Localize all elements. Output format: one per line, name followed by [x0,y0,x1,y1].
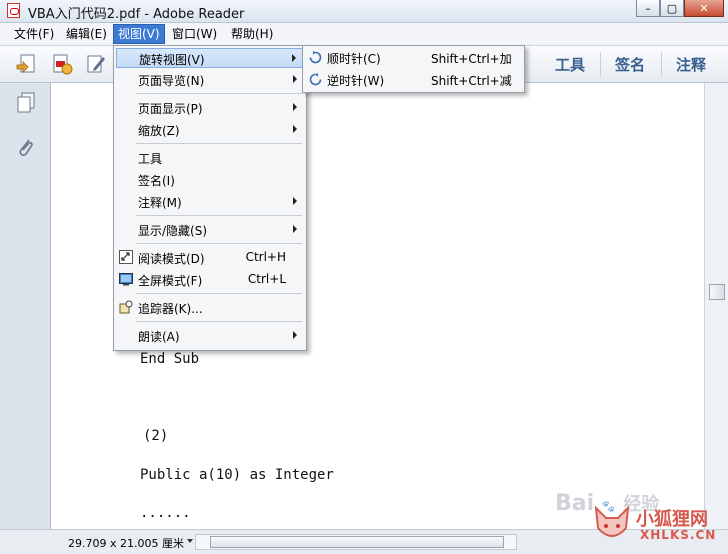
read-mode-icon [119,250,133,264]
menu-item-tracker[interactable]: 追踪器(K)... [116,298,304,318]
submenu-arrow-icon [293,197,297,205]
menu-item-sign[interactable]: 签名(I) [116,170,304,190]
submenu-arrow-icon [293,103,297,111]
submenu-arrow-icon [293,331,297,339]
close-button[interactable]: ✕ [684,0,724,17]
menu-item-tools[interactable]: 工具 [116,148,304,168]
menu-separator [136,321,302,322]
window-controls: – ▢ ✕ [636,0,724,18]
toolbar-separator [600,52,601,76]
menu-bar: 文件(F) 编辑(E) 视图(V) 窗口(W) 帮助(H) [0,23,728,46]
view-menu-dropdown: 旋转视图(V) 页面导览(N) 页面显示(P) 缩放(Z) 工具 签名(I) 注… [113,45,307,351]
toolbar-separator [661,52,662,76]
attachments-paperclip-icon[interactable] [16,136,36,160]
menu-separator [136,293,302,294]
menu-item-page-display[interactable]: 页面显示(P) [116,98,304,118]
menu-separator [136,243,302,244]
code-line-ellipsis: ...... [140,505,191,521]
menu-item-rotate-counterclockwise[interactable]: 逆时针(W) Shift+Ctrl+减 [305,70,522,90]
submenu-arrow-icon [293,225,297,233]
menu-separator [136,215,302,216]
tracker-icon [119,300,133,314]
menu-item-zoom[interactable]: 缩放(Z) [116,120,304,140]
create-pdf-icon[interactable] [51,53,73,75]
submenu-arrow-icon [293,75,297,83]
site-watermark-en: XHLKS.CN [640,528,717,542]
horizontal-scrollbar[interactable] [195,534,517,550]
sign-pane-button[interactable]: 签名 [615,54,645,75]
menu-item-read-aloud[interactable]: 朗读(A) [116,326,304,346]
menu-file[interactable]: 文件(F) [10,25,58,43]
navigation-pane [0,83,51,529]
code-line-public: Public a(10) as Integer [140,467,334,483]
horizontal-scroll-thumb[interactable] [210,536,504,548]
menu-item-page-navigation[interactable]: 页面导览(N) [116,70,304,90]
window-title: VBA入门代码2.pdf - Adobe Reader [28,7,245,22]
menu-item-rotate-clockwise[interactable]: 顺时针(C) Shift+Ctrl+加 [305,48,522,68]
menu-help[interactable]: 帮助(H) [227,25,277,43]
dims-dropdown-icon[interactable] [186,537,194,545]
vertical-scroll-thumb[interactable] [709,284,725,300]
title-bar: VBA入门代码2.pdf - Adobe Reader – ▢ ✕ [0,0,728,23]
page-size-readout: 29.709 x 21.005 厘米 [68,537,184,550]
minimize-button[interactable]: – [636,0,660,17]
menu-item-full-screen[interactable]: 全屏模式(F) Ctrl+L [116,270,304,290]
menu-item-rotate-view[interactable]: 旋转视图(V) [116,48,304,68]
rotate-view-submenu: 顺时针(C) Shift+Ctrl+加 逆时针(W) Shift+Ctrl+减 [302,45,525,93]
code-line-section: (2) [143,428,169,444]
adobe-pdf-icon [7,3,20,18]
edit-sign-icon[interactable] [85,53,107,75]
tools-pane-button[interactable]: 工具 [555,54,585,75]
full-screen-icon [119,273,133,286]
comment-pane-button[interactable]: 注释 [676,54,706,75]
fox-logo-icon [594,505,630,537]
menu-separator [136,93,302,94]
menu-window[interactable]: 窗口(W) [168,25,221,43]
vertical-scrollbar[interactable] [704,83,728,529]
rotate-clockwise-icon [309,51,322,64]
menu-edit[interactable]: 编辑(E) [62,25,111,43]
rotate-counterclockwise-icon [309,73,322,86]
page-thumbnails-icon[interactable] [16,92,36,114]
code-line-end-sub: End Sub [140,351,200,367]
submenu-arrow-icon [293,125,297,133]
menu-view[interactable]: 视图(V) [113,24,165,44]
menu-item-comment[interactable]: 注释(M) [116,192,304,212]
submenu-arrow-icon [292,54,296,62]
menu-item-read-mode[interactable]: 阅读模式(D) Ctrl+H [116,248,304,268]
menu-item-show-hide[interactable]: 显示/隐藏(S) [116,220,304,240]
menu-separator [136,143,302,144]
open-file-icon[interactable] [15,53,37,75]
maximize-button[interactable]: ▢ [660,0,684,17]
